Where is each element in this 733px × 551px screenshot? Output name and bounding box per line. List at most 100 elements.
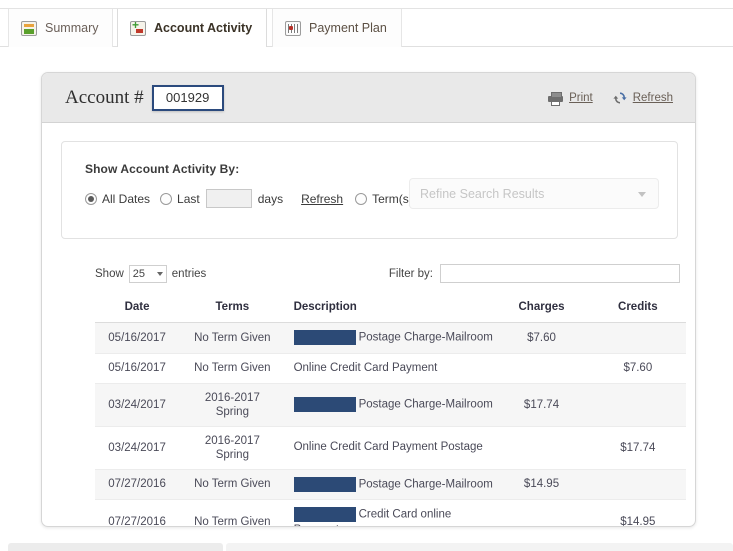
redaction-block xyxy=(293,396,356,412)
cell-description: Online Credit Card Payment Postage xyxy=(285,426,494,470)
column-header-charges[interactable]: Charges xyxy=(493,297,590,323)
print-button[interactable]: Print xyxy=(548,91,593,106)
cell-terms: No Term Given xyxy=(179,469,286,501)
filter-by-control: Filter by: xyxy=(389,264,680,283)
cell-credits xyxy=(589,469,686,501)
cell-charges: $17.74 xyxy=(493,383,590,427)
tab-account-activity[interactable]: Account Activity xyxy=(117,9,268,47)
table-row: 05/16/2017 No Term Given Postage Charge-Ma… xyxy=(95,322,686,354)
table-row: 07/27/2016 No Term Given Credit Card onlin… xyxy=(95,499,686,526)
cell-credits xyxy=(589,383,686,427)
cell-charges xyxy=(493,499,590,526)
cell-description: Online Credit Card Payment xyxy=(285,353,494,384)
cell-date: 07/27/2016 xyxy=(95,499,180,526)
account-number-label: Account # xyxy=(65,86,144,108)
table-body: 05/16/2017 No Term Given Postage Charge-Ma… xyxy=(95,322,686,526)
column-header-description[interactable]: Description xyxy=(285,297,494,323)
description-text: Postage Charge-Mailroom xyxy=(358,478,493,491)
column-header-date[interactable]: Date xyxy=(95,297,180,323)
description-text: Online Credit Card Payment xyxy=(293,361,438,374)
table-header-row: Date Terms Description Charges Credits xyxy=(95,297,686,323)
cell-terms: No Term Given xyxy=(179,499,286,526)
tab-bar: Summary Account Activity Payment Plan xyxy=(0,9,733,47)
payment-plan-icon xyxy=(285,20,301,36)
refine-search-results-dropdown[interactable]: Refine Search Results xyxy=(409,178,659,209)
option-all-dates[interactable]: All Dates xyxy=(85,192,150,206)
radio-terms-label: Term(s) xyxy=(372,191,413,206)
redaction-block xyxy=(293,476,356,492)
cell-date: 03/24/2017 xyxy=(95,383,180,427)
entries-per-page-value: 25 xyxy=(132,268,146,280)
table-row: 03/24/2017 2016-2017 Spring Online Credit C… xyxy=(95,426,686,470)
days-unit-label: days xyxy=(257,191,284,206)
description-text: Postage Charge-Mailroom xyxy=(358,398,493,411)
radio-all-dates[interactable] xyxy=(85,192,97,205)
refine-search-placeholder: Refine Search Results xyxy=(420,186,545,201)
refresh-search-link[interactable]: Refresh xyxy=(301,192,343,206)
show-entries-suffix: entries xyxy=(171,268,207,280)
cell-credits: $14.95 xyxy=(589,499,686,526)
radio-last-days[interactable] xyxy=(160,192,173,205)
cell-charges xyxy=(493,426,590,470)
cell-date: 03/24/2017 xyxy=(95,426,180,470)
description-text: Online Credit Card Payment Postage xyxy=(293,441,483,454)
filter-by-label: Filter by: xyxy=(388,267,433,280)
cell-credits xyxy=(589,322,686,354)
days-input[interactable] xyxy=(205,189,252,208)
show-activity-filter-box: Show Account Activity By: All Dates Last… xyxy=(61,141,678,239)
filter-input[interactable] xyxy=(440,264,680,283)
cell-date: 05/16/2017 xyxy=(95,353,180,384)
print-label: Print xyxy=(569,92,593,104)
show-activity-options: All Dates Last days Refresh Term(s) xyxy=(85,189,423,208)
cell-description: Postage Charge-Mailroom xyxy=(285,322,494,354)
page-top-strip xyxy=(0,0,733,9)
table-row: 05/16/2017 No Term Given Online Credit Car… xyxy=(95,353,686,384)
show-activity-title: Show Account Activity By: xyxy=(85,162,240,176)
cell-charges xyxy=(493,353,590,384)
redaction-block xyxy=(293,330,356,345)
refresh-button[interactable]: Refresh xyxy=(613,91,673,105)
tab-summary[interactable]: Summary xyxy=(8,9,114,47)
panel-header-actions: Print Refresh xyxy=(548,73,673,123)
tab-payment-plan-label: Payment Plan xyxy=(309,21,387,35)
account-activity-table: Date Terms Description Charges Credits 0… xyxy=(95,297,686,526)
cell-credits: $17.74 xyxy=(589,426,686,470)
cell-credits: $7.60 xyxy=(589,353,686,384)
tab-account-activity-label: Account Activity xyxy=(154,21,253,35)
column-header-terms[interactable]: Terms xyxy=(179,297,286,323)
tab-summary-label: Summary xyxy=(45,21,99,35)
cell-terms: 2016-2017 Spring xyxy=(179,426,286,470)
entries-per-page-select[interactable]: 25 xyxy=(128,265,167,283)
table-row: 03/24/2017 2016-2017 Spring Postage Charge-… xyxy=(95,383,686,427)
chevron-down-icon xyxy=(156,272,163,276)
refresh-label: Refresh xyxy=(632,92,673,104)
show-entries-prefix: Show xyxy=(95,268,124,280)
refresh-icon xyxy=(613,91,627,105)
option-last-days[interactable]: Last days xyxy=(160,189,283,208)
printer-icon xyxy=(548,91,564,106)
column-header-credits[interactable]: Credits xyxy=(589,297,686,323)
summary-icon xyxy=(21,20,37,36)
account-number-field[interactable]: 001929 xyxy=(151,84,224,111)
account-activity-panel: Account # 001929 Print Refresh Show Acco… xyxy=(41,72,696,527)
option-terms[interactable]: Term(s) xyxy=(355,192,413,206)
chevron-down-icon xyxy=(638,192,646,197)
radio-terms[interactable] xyxy=(355,192,368,205)
cell-charges: $14.95 xyxy=(493,469,590,501)
cell-description: Credit Card online Payment xyxy=(285,499,494,526)
show-entries-control: Show 25 entries xyxy=(95,265,206,283)
panel-header: Account # 001929 Print Refresh xyxy=(42,73,695,123)
cell-description: Postage Charge-Mailroom xyxy=(285,469,494,501)
cell-terms: No Term Given xyxy=(179,353,286,384)
cell-date: 05/16/2017 xyxy=(95,322,180,354)
page-footer-sliver xyxy=(0,540,733,551)
cell-charges: $7.60 xyxy=(493,322,590,354)
description-text: Postage Charge-Mailroom xyxy=(358,331,493,344)
table-head: Date Terms Description Charges Credits xyxy=(95,297,686,323)
cell-terms: 2016-2017 Spring xyxy=(179,383,286,427)
table-row: 07/27/2016 No Term Given Postage Charge-Ma… xyxy=(95,469,686,501)
cell-date: 07/27/2016 xyxy=(95,469,180,501)
radio-last-days-label: Last xyxy=(177,191,200,206)
cell-description: Postage Charge-Mailroom xyxy=(285,383,494,427)
tab-payment-plan[interactable]: Payment Plan xyxy=(272,9,402,47)
